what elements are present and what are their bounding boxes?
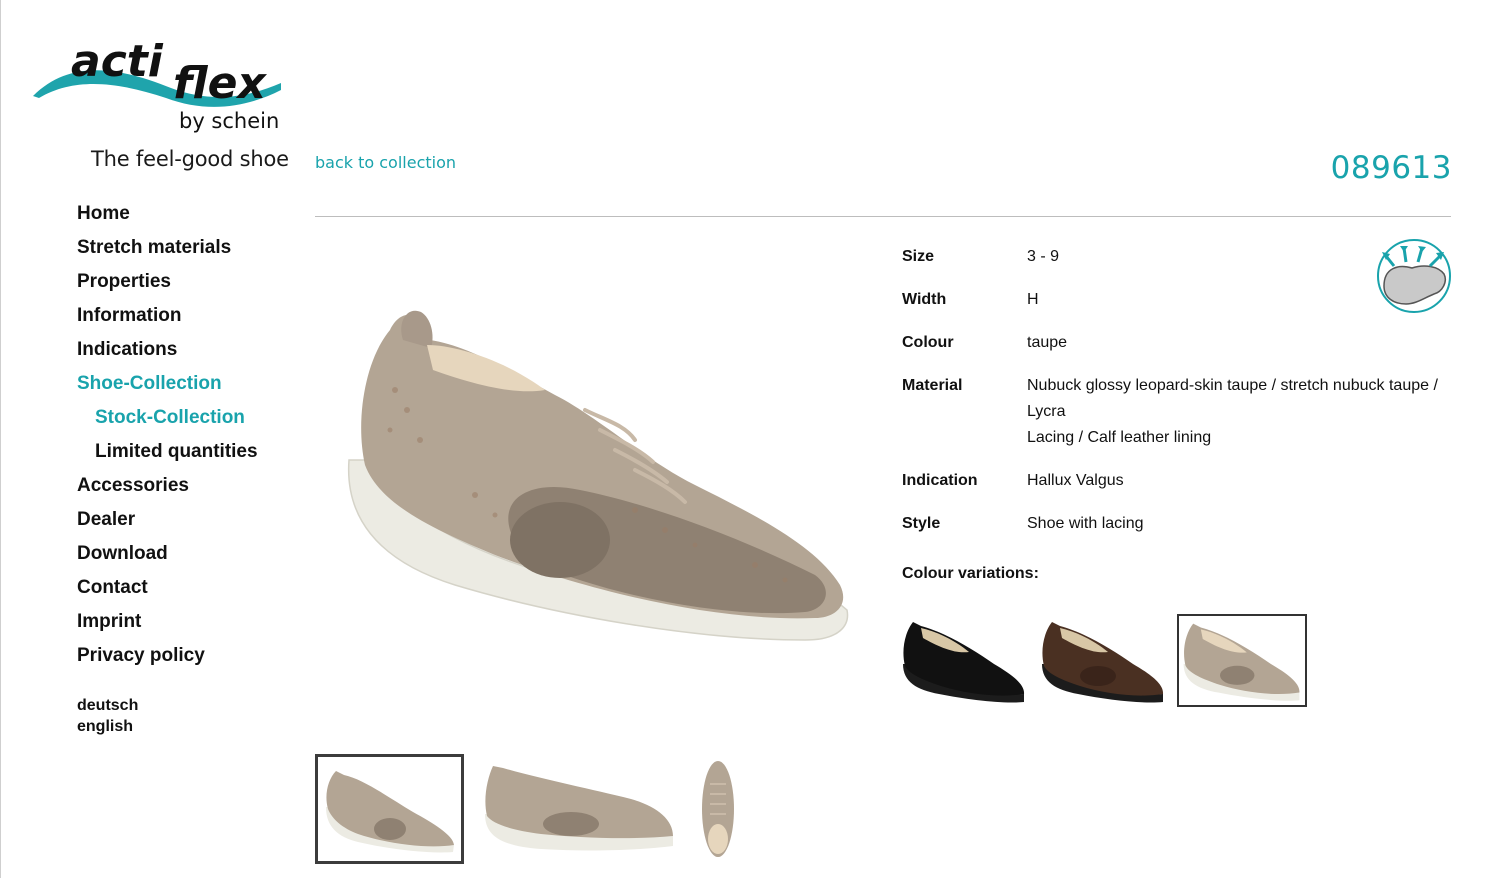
logo-word-acti: acti bbox=[71, 36, 164, 87]
logo-sub: by schein bbox=[179, 109, 279, 133]
spec-label-width: Width bbox=[902, 291, 947, 308]
nav-item-properties[interactable]: Properties bbox=[77, 265, 258, 299]
nav-item-stretch-materials[interactable]: Stretch materials bbox=[77, 231, 258, 265]
thumbnail-shoe-image bbox=[326, 771, 454, 853]
spec-label-indication: Indication bbox=[902, 472, 978, 489]
spec-row-indication: Indication Hallux Valgus bbox=[902, 470, 1452, 494]
spec-row-colour: Colour taupe bbox=[902, 332, 1452, 356]
actiflex-logo[interactable]: acti flex by schein bbox=[31, 28, 291, 138]
spec-row-style: Style Shoe with lacing bbox=[902, 513, 1452, 537]
variation-taupe-shoe-image bbox=[1183, 623, 1300, 701]
thumbnail-shoe-image bbox=[485, 766, 673, 851]
spec-label-colour: Colour bbox=[902, 334, 954, 351]
spec-row-width: Width H bbox=[902, 289, 1452, 313]
spec-value-indication: Hallux Valgus bbox=[1027, 472, 1124, 489]
spec-row-size: Size 3 - 9 bbox=[902, 246, 1452, 270]
main-nav: Home Stretch materials Properties Inform… bbox=[77, 197, 258, 673]
tagline: The feel-good shoe bbox=[91, 147, 289, 171]
back-to-collection-link[interactable]: back to collection bbox=[315, 153, 456, 172]
spec-row-material: Material Nubuck glossy leopard-skin taup… bbox=[902, 375, 1452, 451]
language-switcher: deutsch english bbox=[77, 695, 138, 737]
thumbnail-side-view[interactable] bbox=[315, 754, 464, 864]
spec-label-size: Size bbox=[902, 248, 935, 265]
nav-item-stock-collection[interactable]: Stock-Collection bbox=[77, 401, 258, 435]
nav-item-imprint[interactable]: Imprint bbox=[77, 605, 258, 639]
spec-value-colour: taupe bbox=[1027, 334, 1068, 351]
material-line-1: Nubuck glossy leopard-skin taupe / stret… bbox=[1027, 377, 1438, 420]
thumbnail-shoe-image bbox=[702, 761, 734, 857]
spec-value-material: Nubuck glossy leopard-skin taupe / stret… bbox=[1027, 373, 1452, 451]
product-specs: Size 3 - 9 Width H Colour taupe Material… bbox=[902, 246, 1452, 556]
variation-taupe[interactable] bbox=[1177, 614, 1307, 707]
variation-brown[interactable] bbox=[1038, 614, 1168, 707]
nav-item-contact[interactable]: Contact bbox=[77, 571, 258, 605]
nav-item-accessories[interactable]: Accessories bbox=[77, 469, 258, 503]
hallux-valgus-icon bbox=[1377, 239, 1451, 313]
thumbnail-top-view[interactable] bbox=[694, 754, 744, 864]
variation-black[interactable] bbox=[899, 614, 1029, 707]
spec-value-style: Shoe with lacing bbox=[1027, 515, 1144, 532]
nav-item-download[interactable]: Download bbox=[77, 537, 258, 571]
nav-item-limited-quantities[interactable]: Limited quantities bbox=[77, 435, 258, 469]
material-line-2: Lacing / Calf leather lining bbox=[1027, 429, 1212, 446]
language-deutsch[interactable]: deutsch bbox=[77, 695, 138, 716]
variation-brown-shoe-image bbox=[1042, 622, 1164, 703]
thumbnail-inner-view[interactable] bbox=[481, 754, 681, 864]
spec-label-style: Style bbox=[902, 515, 941, 532]
nav-item-dealer[interactable]: Dealer bbox=[77, 503, 258, 537]
language-english[interactable]: english bbox=[77, 716, 138, 737]
nav-item-shoe-collection[interactable]: Shoe-Collection bbox=[77, 367, 258, 401]
logo-word-flex: flex bbox=[173, 58, 267, 109]
main-product-image[interactable] bbox=[335, 300, 855, 670]
spec-label-material: Material bbox=[902, 377, 963, 394]
colour-variations-title: Colour variations: bbox=[902, 565, 1039, 582]
divider bbox=[315, 216, 1451, 217]
nav-item-privacy-policy[interactable]: Privacy policy bbox=[77, 639, 258, 673]
nav-item-home[interactable]: Home bbox=[77, 197, 258, 231]
nav-item-indications[interactable]: Indications bbox=[77, 333, 258, 367]
variation-black-shoe-image bbox=[903, 622, 1025, 703]
nav-item-information[interactable]: Information bbox=[77, 299, 258, 333]
article-number: 089613 bbox=[1330, 150, 1452, 186]
